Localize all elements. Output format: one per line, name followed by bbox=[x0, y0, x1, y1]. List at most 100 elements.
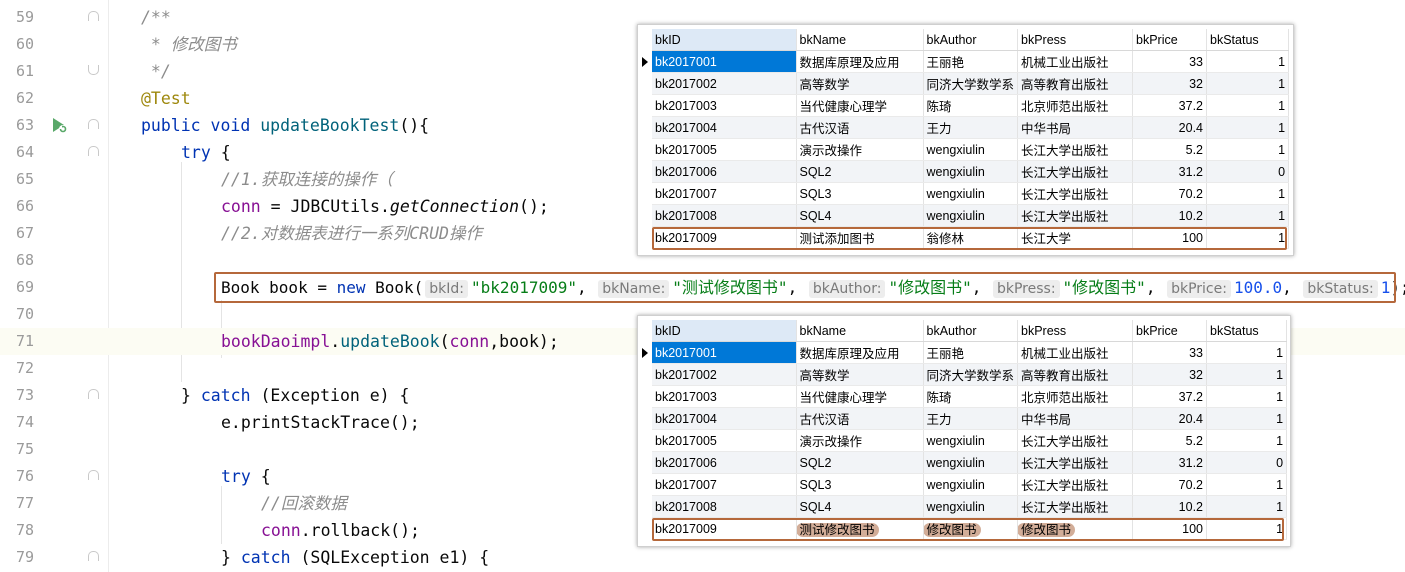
table-cell[interactable]: 高等数学 bbox=[796, 72, 924, 95]
table-cell[interactable]: 当代健康心理学 bbox=[796, 385, 924, 408]
table-row[interactable]: bk2017006 SQL2 wengxiulin 长江大学出版社 31.2 0 bbox=[652, 451, 1288, 474]
table-cell[interactable]: 高等数学 bbox=[796, 363, 924, 386]
table-cell[interactable]: bk2017005 bbox=[652, 429, 797, 452]
table-cell[interactable]: 1 bbox=[1206, 341, 1288, 364]
table-row[interactable]: bk2017004 古代汉语 王力 中华书局 20.4 1 bbox=[652, 116, 1290, 139]
table-row[interactable]: bk2017004 古代汉语 王力 中华书局 20.4 1 bbox=[652, 407, 1288, 430]
column-header[interactable]: bkPress bbox=[1017, 29, 1134, 51]
table-cell[interactable]: wengxiulin bbox=[923, 451, 1019, 474]
fold-toggle-icon[interactable] bbox=[88, 470, 99, 480]
table-cell[interactable]: 古代汉语 bbox=[796, 407, 924, 430]
table-row[interactable]: bk2017002 高等数学 同济大学数学系 高等教育出版社 32 1 bbox=[652, 72, 1290, 95]
table-cell[interactable]: 演示改操作 bbox=[796, 138, 924, 161]
table-cell[interactable]: 1 bbox=[1206, 50, 1290, 73]
table-cell[interactable]: 33 bbox=[1132, 50, 1208, 73]
table-cell[interactable]: 陈琦 bbox=[923, 94, 1019, 117]
table-cell[interactable]: 机械工业出版社 bbox=[1017, 341, 1134, 364]
table-cell[interactable]: 长江大学出版社 bbox=[1017, 204, 1134, 227]
fold-toggle-icon[interactable] bbox=[88, 119, 99, 129]
table-cell[interactable]: 0 bbox=[1206, 160, 1290, 183]
table-cell[interactable]: bk2017007 bbox=[652, 473, 797, 496]
table-cell[interactable]: 1 bbox=[1206, 204, 1290, 227]
table-cell[interactable]: SQL2 bbox=[796, 451, 924, 474]
table-cell[interactable]: 70.2 bbox=[1132, 182, 1208, 205]
table-cell[interactable]: 长江大学出版社 bbox=[1017, 429, 1134, 452]
table-row[interactable]: bk2017007 SQL3 wengxiulin 长江大学出版社 70.2 1 bbox=[652, 473, 1288, 496]
table-cell[interactable]: bk2017001 bbox=[652, 341, 797, 364]
column-header[interactable]: bkID bbox=[652, 320, 797, 342]
table-cell[interactable]: bk2017005 bbox=[652, 138, 797, 161]
fold-toggle-icon[interactable] bbox=[88, 65, 99, 75]
table-row[interactable]: bk2017001 数据库原理及应用 王丽艳 机械工业出版社 33 1 bbox=[652, 50, 1290, 73]
column-header[interactable]: bkAuthor bbox=[923, 320, 1019, 342]
table-cell[interactable]: 32 bbox=[1132, 363, 1208, 386]
table-row[interactable]: bk2017007 SQL3 wengxiulin 长江大学出版社 70.2 1 bbox=[652, 182, 1290, 205]
table-cell[interactable]: 1 bbox=[1206, 94, 1290, 117]
fold-toggle-icon[interactable] bbox=[88, 11, 99, 21]
table-cell[interactable]: bk2017004 bbox=[652, 116, 797, 139]
table-cell[interactable]: 同济大学数学系 bbox=[923, 72, 1019, 95]
table-cell[interactable]: 王丽艳 bbox=[923, 50, 1019, 73]
table-row[interactable]: bk2017008 SQL4 wengxiulin 长江大学出版社 10.2 1 bbox=[652, 204, 1290, 227]
table-cell[interactable]: 1 bbox=[1206, 138, 1290, 161]
fold-toggle-icon[interactable] bbox=[88, 389, 99, 399]
table-cell[interactable]: 北京师范出版社 bbox=[1017, 385, 1134, 408]
table-cell[interactable]: 中华书局 bbox=[1017, 116, 1134, 139]
run-test-icon[interactable] bbox=[50, 116, 68, 134]
table-row[interactable]: bk2017001 数据库原理及应用 王丽艳 机械工业出版社 33 1 bbox=[652, 341, 1288, 364]
table-cell[interactable]: 长江大学出版社 bbox=[1017, 138, 1134, 161]
table-cell[interactable]: SQL2 bbox=[796, 160, 924, 183]
table-cell[interactable]: bk2017008 bbox=[652, 204, 797, 227]
table-cell[interactable]: 同济大学数学系 bbox=[923, 363, 1019, 386]
table-cell[interactable]: 1 bbox=[1206, 182, 1290, 205]
table-cell[interactable]: 高等教育出版社 bbox=[1017, 72, 1134, 95]
table-cell[interactable]: 1 bbox=[1206, 429, 1288, 452]
table-cell[interactable]: 王丽艳 bbox=[923, 341, 1019, 364]
table-cell[interactable]: 10.2 bbox=[1132, 204, 1208, 227]
table-cell[interactable]: 长江大学出版社 bbox=[1017, 160, 1134, 183]
table-cell[interactable]: 北京师范出版社 bbox=[1017, 94, 1134, 117]
table-cell[interactable]: wengxiulin bbox=[923, 204, 1019, 227]
table-cell[interactable]: 5.2 bbox=[1132, 138, 1208, 161]
column-header[interactable]: bkPress bbox=[1017, 320, 1134, 342]
table-row[interactable]: bk2017002 高等数学 同济大学数学系 高等教育出版社 32 1 bbox=[652, 363, 1288, 386]
table-cell[interactable]: bk2017004 bbox=[652, 407, 797, 430]
table-cell[interactable]: 演示改操作 bbox=[796, 429, 924, 452]
table-cell[interactable]: wengxiulin bbox=[923, 495, 1019, 518]
table-cell[interactable]: bk2017003 bbox=[652, 94, 797, 117]
table-row[interactable]: bk2017006 SQL2 wengxiulin 长江大学出版社 31.2 0 bbox=[652, 160, 1290, 183]
table-cell[interactable]: 1 bbox=[1206, 385, 1288, 408]
table-cell[interactable]: bk2017006 bbox=[652, 160, 797, 183]
table-cell[interactable]: 1 bbox=[1206, 72, 1290, 95]
table-row[interactable]: bk2017008 SQL4 wengxiulin 长江大学出版社 10.2 1 bbox=[652, 495, 1288, 518]
table-cell[interactable]: 长江大学出版社 bbox=[1017, 182, 1134, 205]
table-cell[interactable]: 1 bbox=[1206, 495, 1288, 518]
table-cell[interactable]: 37.2 bbox=[1132, 385, 1208, 408]
data-grid[interactable]: bkID bkName bkAuthor bkPress bkPrice bkS… bbox=[652, 29, 1290, 249]
column-header[interactable]: bkAuthor bbox=[923, 29, 1019, 51]
table-cell[interactable]: 0 bbox=[1206, 451, 1288, 474]
column-header[interactable]: bkName bbox=[796, 320, 924, 342]
column-header[interactable]: bkPrice bbox=[1132, 320, 1208, 342]
table-cell[interactable]: SQL4 bbox=[796, 495, 924, 518]
table-cell[interactable]: wengxiulin bbox=[923, 160, 1019, 183]
table-cell[interactable]: SQL4 bbox=[796, 204, 924, 227]
table-cell[interactable]: 70.2 bbox=[1132, 473, 1208, 496]
table-cell[interactable]: wengxiulin bbox=[923, 429, 1019, 452]
table-cell[interactable]: 高等教育出版社 bbox=[1017, 363, 1134, 386]
table-cell[interactable]: 1 bbox=[1206, 363, 1288, 386]
table-cell[interactable]: 20.4 bbox=[1132, 116, 1208, 139]
table-cell[interactable]: SQL3 bbox=[796, 473, 924, 496]
table-row[interactable]: bk2017003 当代健康心理学 陈琦 北京师范出版社 37.2 1 bbox=[652, 94, 1290, 117]
table-cell[interactable]: 长江大学出版社 bbox=[1017, 473, 1134, 496]
column-header[interactable]: bkStatus bbox=[1206, 320, 1288, 342]
table-cell[interactable]: 1 bbox=[1206, 473, 1288, 496]
table-cell[interactable]: 古代汉语 bbox=[796, 116, 924, 139]
table-cell[interactable]: 王力 bbox=[923, 116, 1019, 139]
table-cell[interactable]: bk2017007 bbox=[652, 182, 797, 205]
table-cell[interactable]: 20.4 bbox=[1132, 407, 1208, 430]
table-cell[interactable]: 王力 bbox=[923, 407, 1019, 430]
table-row[interactable]: bk2017005 演示改操作 wengxiulin 长江大学出版社 5.2 1 bbox=[652, 429, 1288, 452]
table-cell[interactable]: 数据库原理及应用 bbox=[796, 341, 924, 364]
table-cell[interactable]: 32 bbox=[1132, 72, 1208, 95]
